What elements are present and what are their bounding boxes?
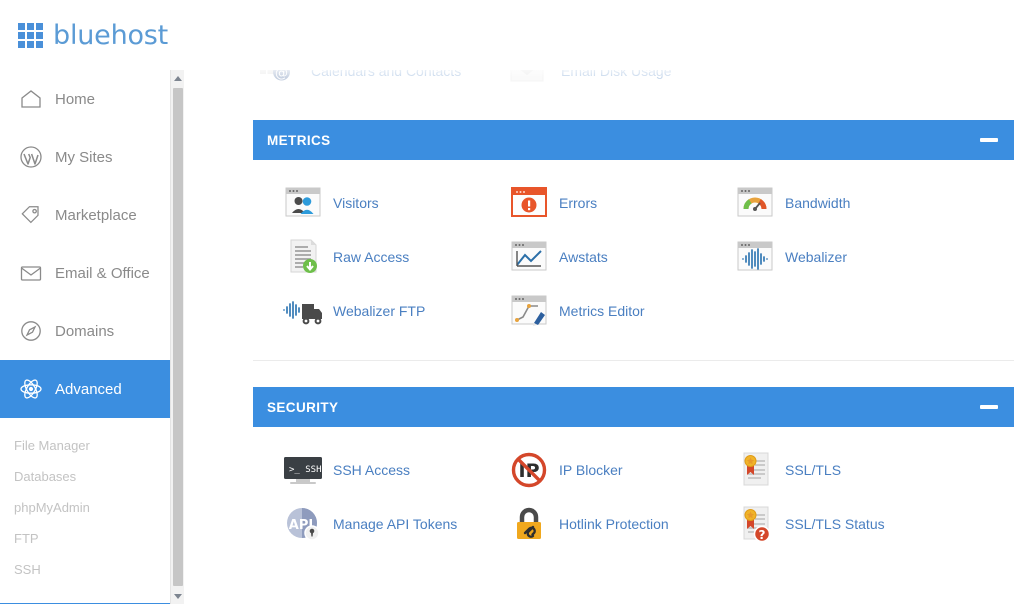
sidebar-item-label: My Sites <box>55 148 113 166</box>
tile-label: SSH Access <box>333 462 411 478</box>
sidebar-nav: Home My Sites Marketplace Email & Office… <box>0 70 170 604</box>
sidebar-subnav: File Manager Databases phpMyAdmin FTP SS… <box>0 418 170 585</box>
tile-ip-blocker[interactable]: IP IP Blocker <box>505 443 731 497</box>
tile-label: Visitors <box>333 195 379 211</box>
at-sign-icon: @ <box>253 70 301 93</box>
tile-label: Calendars and Contacts <box>311 70 462 79</box>
sidebar-subitem-ssh[interactable]: SSH <box>0 554 170 585</box>
raw-access-icon <box>279 235 327 279</box>
sidebar-subitem-ftp[interactable]: FTP <box>0 523 170 554</box>
section-security-tiles: >_ SSH SSH Access IP Blocker SSL/TLS API… <box>253 427 1014 565</box>
section-security: SECURITY >_ SSH SSH Access IP Blocker SS… <box>253 387 1014 565</box>
section-metrics-tiles: Visitors Errors Bandwidth Raw Access Aws… <box>253 160 1014 352</box>
envelope-icon <box>503 70 551 93</box>
tile-webalizer[interactable]: Webalizer <box>731 230 957 284</box>
sidebar-item-label: Advanced <box>55 380 122 398</box>
ip-blocker-icon: IP <box>505 448 553 492</box>
minus-icon[interactable] <box>980 405 998 409</box>
tile-metrics-editor[interactable]: Metrics Editor <box>505 284 731 338</box>
visitors-icon <box>279 181 327 225</box>
section-title: SECURITY <box>267 399 339 415</box>
tile-webalizer-ftp[interactable]: Webalizer FTP <box>279 284 505 338</box>
tile-label: Errors <box>559 195 598 211</box>
awstats-chart-icon <box>505 235 553 279</box>
envelope-icon <box>18 260 44 286</box>
svg-text:>_ SSH: >_ SSH <box>289 465 322 475</box>
bandwidth-gauge-icon <box>731 181 779 225</box>
atom-icon <box>18 376 44 402</box>
tile-label: Hotlink Protection <box>559 516 669 532</box>
main-content: @ Calendars and Contacts Email Disk Usag… <box>185 70 1016 604</box>
page-header: bluehost <box>0 0 1016 70</box>
terminal-ssh-icon: >_ SSH <box>279 448 327 492</box>
webalizer-ftp-truck-icon <box>279 289 327 333</box>
triangle-down-icon[interactable] <box>171 588 185 604</box>
brand-logo-text[interactable]: bluehost <box>53 20 168 51</box>
tile-ssh-access[interactable]: >_ SSH SSH Access <box>279 443 505 497</box>
tile-bandwidth[interactable]: Bandwidth <box>731 176 957 230</box>
tile-label: Bandwidth <box>785 195 851 211</box>
tile-label: Raw Access <box>333 249 410 265</box>
tile-label: Manage API Tokens <box>333 516 458 532</box>
partial-scrolled-row: @ Calendars and Contacts Email Disk Usag… <box>253 70 1014 94</box>
wordpress-icon <box>18 144 44 170</box>
sidebar-item-advanced[interactable]: Advanced <box>0 360 170 418</box>
tile-label: IP Blocker <box>559 462 623 478</box>
tile-ssl-tls-status[interactable]: ? SSL/TLS Status <box>731 497 957 551</box>
sidebar-item-label: Home <box>55 90 96 108</box>
sidebar-item-email-office[interactable]: Email & Office <box>0 244 170 302</box>
tile-email-disk-usage[interactable]: Email Disk Usage <box>503 70 753 98</box>
tile-errors[interactable]: Errors <box>505 176 731 230</box>
certificate-icon <box>731 448 779 492</box>
section-metrics-header[interactable]: METRICS <box>253 120 1014 160</box>
section-divider <box>253 360 1014 361</box>
sidebar-item-label: Email & Office <box>55 264 150 282</box>
sidebar-scrollbar[interactable] <box>170 70 184 604</box>
sidebar-item-home[interactable]: Home <box>0 70 170 128</box>
sidebar-item-domains[interactable]: Domains <box>0 302 170 360</box>
sidebar-subitem-phpmyadmin[interactable]: phpMyAdmin <box>0 492 170 523</box>
sidebar-subitem-file-manager[interactable]: File Manager <box>0 430 170 461</box>
svg-text:@: @ <box>275 70 288 81</box>
webalizer-waveform-icon <box>731 235 779 279</box>
tile-hotlink-protection[interactable]: Hotlink Protection <box>505 497 731 551</box>
sidebar-item-my-sites[interactable]: My Sites <box>0 128 170 186</box>
tile-label: SSL/TLS Status <box>785 516 885 532</box>
tile-calendars-and-contacts[interactable]: @ Calendars and Contacts <box>253 70 503 98</box>
tile-label: SSL/TLS <box>785 462 842 478</box>
tile-label: Metrics Editor <box>559 303 645 319</box>
tag-icon <box>18 202 44 228</box>
metrics-editor-icon <box>505 289 553 333</box>
certificate-status-icon: ? <box>731 502 779 546</box>
sidebar-item-marketplace[interactable]: Marketplace <box>0 186 170 244</box>
padlock-chain-icon <box>505 502 553 546</box>
bluehost-cpanel-page: bluehost Home My Sites Marketplace Email… <box>0 0 1016 604</box>
errors-icon <box>505 181 553 225</box>
tile-label: Awstats <box>559 249 608 265</box>
svg-text:?: ? <box>759 528 766 542</box>
tile-label: Webalizer <box>785 249 847 265</box>
tile-awstats[interactable]: Awstats <box>505 230 731 284</box>
api-token-icon: API <box>279 502 327 546</box>
grid-3x3-icon <box>18 22 43 48</box>
tile-manage-api-tokens[interactable]: API Manage API Tokens <box>279 497 505 551</box>
section-title: METRICS <box>267 132 331 148</box>
tile-raw-access[interactable]: Raw Access <box>279 230 505 284</box>
section-security-header[interactable]: SECURITY <box>253 387 1014 427</box>
house-icon <box>18 86 44 112</box>
sidebar-item-label: Domains <box>55 322 115 340</box>
tile-label: Email Disk Usage <box>561 70 672 79</box>
minus-icon[interactable] <box>980 138 998 142</box>
sidebar-scrollbar-thumb[interactable] <box>173 88 183 586</box>
sidebar-subitem-databases[interactable]: Databases <box>0 461 170 492</box>
tile-ssl-tls[interactable]: SSL/TLS <box>731 443 957 497</box>
tile-label: Webalizer FTP <box>333 303 426 319</box>
section-metrics: METRICS Visitors Errors Bandwidth Raw Ac… <box>253 120 1014 361</box>
compass-icon <box>18 318 44 344</box>
tile-visitors[interactable]: Visitors <box>279 176 505 230</box>
triangle-up-icon[interactable] <box>171 70 185 86</box>
sidebar-item-label: Marketplace <box>55 206 137 224</box>
